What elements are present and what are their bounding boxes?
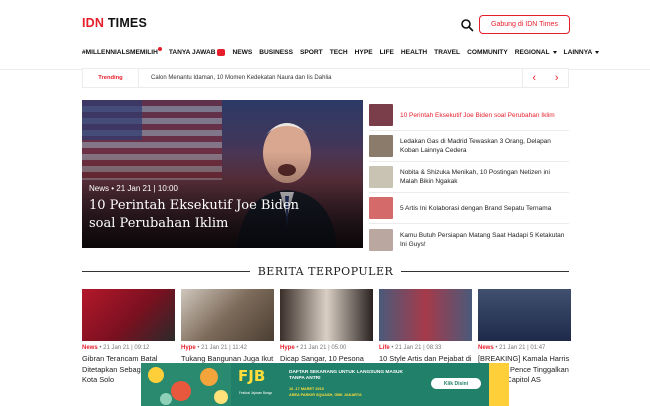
- banner-headline: DAFTAR SEKARANG UNTUK LANGSUNG MASUK TAN…: [289, 370, 403, 381]
- card-meta: Hype • 21 Jan 21 | 11:42: [181, 345, 274, 351]
- card-meta: Hype • 21 Jan 21 | 05:00: [280, 345, 373, 351]
- trending-headline[interactable]: Calon Menantu Idaman, 10 Momen Kedekatan…: [138, 69, 522, 87]
- featured-article[interactable]: News • 21 Jan 21 | 10:00 10 Perintah Eks…: [82, 100, 363, 248]
- trending-arrows: ‹ ›: [522, 69, 568, 87]
- chevron-right-icon[interactable]: ›: [555, 72, 559, 84]
- banner-venue-line: AREA PARKIR SQUASH, GBK JAKARTA: [289, 392, 362, 397]
- nav-item-business[interactable]: BUSINESS: [259, 49, 293, 56]
- article-thumbnail: [369, 135, 393, 157]
- article-thumbnail: [369, 166, 393, 188]
- article-title: 5 Artis Ini Kolaborasi dengan Brand Sepa…: [400, 204, 552, 212]
- nav-item-sport[interactable]: SPORT: [300, 49, 323, 56]
- list-item[interactable]: 10 Perintah Eksekutif Joe Biden soal Per…: [369, 100, 569, 131]
- card-category: Life: [379, 345, 390, 351]
- divider: [82, 270, 250, 272]
- banner-decoration: [489, 363, 509, 406]
- nav-item-tech[interactable]: TECH: [330, 49, 348, 56]
- banner-artwork: [141, 363, 231, 406]
- logo-brand: IDN: [82, 16, 105, 30]
- chevron-down-icon: [595, 50, 600, 54]
- trending-label: Trending: [98, 75, 123, 81]
- featured-title[interactable]: 10 Perintah Eksekutif Joe Biden soal Per…: [89, 197, 329, 233]
- nav-item-health[interactable]: HEALTH: [401, 49, 427, 56]
- trending-bar: Trending Calon Menantu Idaman, 10 Momen …: [82, 68, 569, 88]
- new-dot-icon: [157, 46, 162, 51]
- nav-item-tanya-jawab[interactable]: TANYA JAWAB: [168, 48, 226, 56]
- card-category: News: [82, 345, 98, 351]
- card-date: • 21 Jan 21 | 11:42: [197, 345, 247, 351]
- banner-subtitle: Festival Jajanan Bango: [239, 391, 273, 395]
- card-image: [181, 289, 274, 341]
- card-meta: News • 21 Jan 21 | 01:47: [478, 345, 571, 351]
- ad-banner[interactable]: FJB Festival Jajanan Bango DAFTAR SEKARA…: [141, 363, 509, 406]
- card-image: [280, 289, 373, 341]
- card-date: • 21 Jan 21 | 09:12: [99, 345, 150, 351]
- nav-item-millennials[interactable]: #MILLENNIALSMEMILIH: [82, 46, 162, 56]
- nav-item-news[interactable]: NEWS: [232, 49, 252, 56]
- nav-item-life[interactable]: LIFE: [380, 49, 394, 56]
- nav-label: REGIONAL: [514, 48, 550, 56]
- list-item[interactable]: 5 Artis Ini Kolaborasi dengan Brand Sepa…: [369, 193, 569, 224]
- list-item[interactable]: Ledakan Gas di Madrid Tewaskan 3 Orang, …: [369, 131, 569, 162]
- article-thumbnail: [369, 104, 393, 126]
- banner-cta-button[interactable]: Klik Disini: [431, 378, 481, 389]
- article-title: Kamu Butuh Persiapan Matang Saat Hadapi …: [400, 231, 565, 248]
- chevron-left-icon[interactable]: ‹: [532, 72, 536, 84]
- nav-item-travel[interactable]: TRAVEL: [434, 49, 460, 56]
- card-date: • 21 Jan 21 | 01:47: [495, 345, 546, 351]
- nav-label: #MILLENNIALSMEMILIH: [82, 48, 158, 56]
- article-title: Ledakan Gas di Madrid Tewaskan 3 Orang, …: [400, 138, 551, 154]
- card-image: [379, 289, 472, 341]
- chat-badge-icon: [217, 48, 226, 56]
- featured-meta: News • 21 Jan 21 | 10:00: [89, 184, 178, 193]
- nav-item-regional[interactable]: REGIONAL: [515, 49, 557, 56]
- main-nav: #MILLENNIALSMEMILIH TANYA JAWAB NEWS BUS…: [82, 46, 600, 58]
- search-icon[interactable]: [460, 18, 474, 32]
- side-article-list: 10 Perintah Eksekutif Joe Biden soal Per…: [369, 100, 569, 255]
- article-title: 10 Perintah Eksekutif Joe Biden soal Per…: [400, 111, 555, 119]
- chevron-down-icon: [552, 50, 557, 54]
- card-meta: News • 21 Jan 21 | 09:12: [82, 345, 175, 351]
- nav-label: LAINNYA: [563, 48, 593, 56]
- banner-logo: FJB: [238, 367, 266, 385]
- divider: [401, 270, 569, 272]
- card-category: Hype: [181, 345, 196, 351]
- card-image: [82, 289, 175, 341]
- article-thumbnail: [369, 197, 393, 219]
- site-header: IDN TIMES Gabung di IDN Times #MILLENNIA…: [0, 0, 650, 70]
- nav-label: TANYA JAWAB: [168, 48, 216, 56]
- site-logo[interactable]: IDN TIMES: [82, 16, 147, 30]
- card-image: [478, 289, 571, 341]
- card-category: News: [478, 345, 494, 351]
- section-title: BERITA TERPOPULER: [257, 264, 394, 278]
- list-item[interactable]: Nobita & Shizuka Menikah, 10 Postingan N…: [369, 162, 569, 193]
- nav-item-hype[interactable]: HYPE: [355, 49, 373, 56]
- logo-rest: TIMES: [104, 16, 148, 30]
- banner-date: 16 -17 MARET 2019 AREA PARKIR SQUASH, GBK…: [289, 387, 362, 398]
- card-date: • 21 Jan 21 | 08:33: [391, 345, 442, 351]
- card-date: • 21 Jan 21 | 05:00: [296, 345, 347, 351]
- card-meta: Life • 21 Jan 21 | 08:33: [379, 345, 472, 351]
- join-button[interactable]: Gabung di IDN Times: [479, 15, 570, 34]
- nav-item-community[interactable]: COMMUNITY: [467, 49, 508, 56]
- section-header: BERITA TERPOPULER: [82, 264, 569, 278]
- list-item[interactable]: Kamu Butuh Persiapan Matang Saat Hadapi …: [369, 224, 569, 255]
- article-title: Nobita & Shizuka Menikah, 10 Postingan N…: [400, 169, 550, 185]
- article-thumbnail: [369, 228, 393, 251]
- card-category: Hype: [280, 345, 295, 351]
- nav-item-lainnya[interactable]: LAINNYA: [564, 49, 600, 56]
